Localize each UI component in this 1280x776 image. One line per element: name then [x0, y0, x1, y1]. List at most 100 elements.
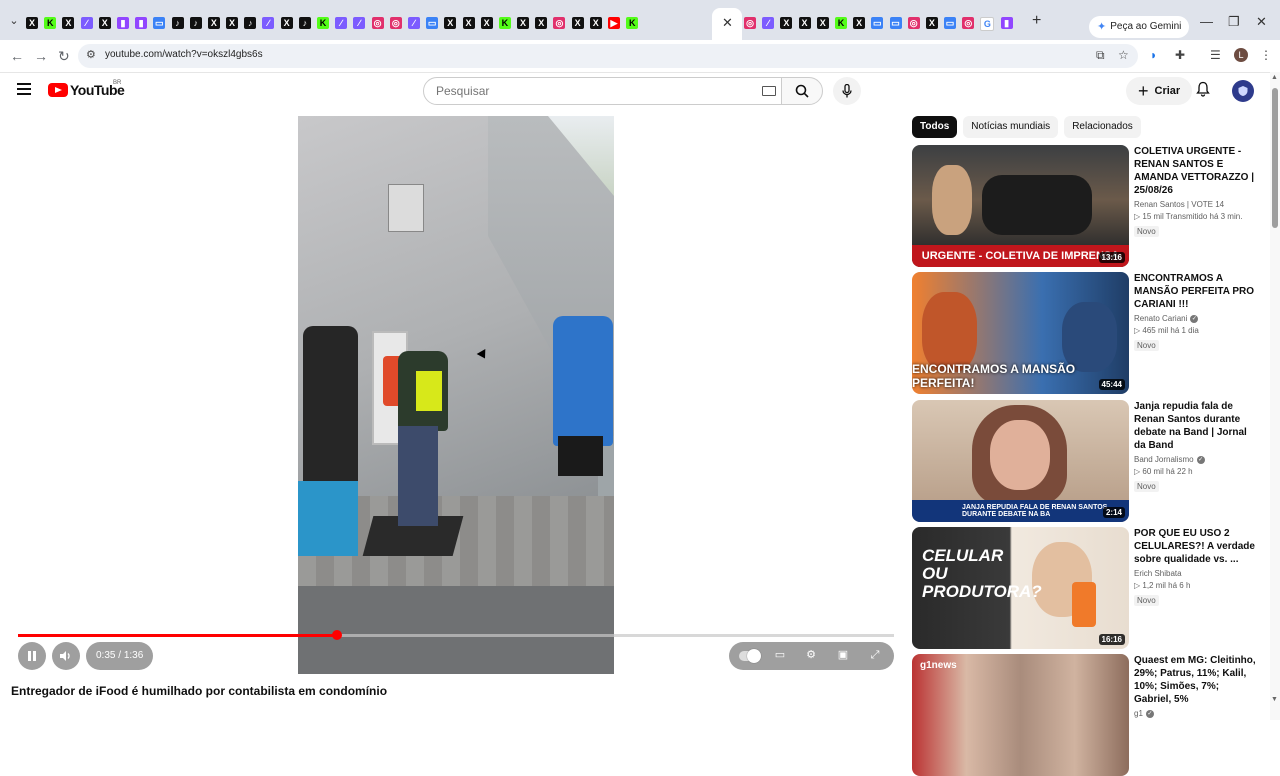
x-favicon-icon[interactable]: X	[925, 17, 938, 29]
rec-channel[interactable]: g1	[1134, 709, 1143, 718]
x-favicon-icon[interactable]: X	[280, 17, 293, 29]
autoplay-toggle[interactable]	[739, 649, 761, 663]
pause-button[interactable]	[18, 642, 46, 670]
media-controls-icon[interactable]: ☰	[1210, 48, 1221, 62]
app-favicon-icon[interactable]: ▭	[426, 17, 439, 29]
x-favicon-icon[interactable]: X	[98, 17, 111, 29]
new-tab-button[interactable]: +	[1032, 12, 1041, 30]
scroll-up-icon[interactable]: ▲	[1271, 74, 1278, 81]
x-favicon-icon[interactable]: X	[480, 17, 493, 29]
youtube-logo[interactable]: YouTube BR	[48, 80, 125, 98]
x-favicon-icon[interactable]: X	[462, 17, 475, 29]
twitch-favicon-icon[interactable]: ▮	[116, 17, 129, 29]
x-favicon-icon[interactable]: X	[517, 17, 530, 29]
search-input[interactable]	[434, 83, 738, 99]
rec-title[interactable]: Janja repudia fala de Renan Santos duran…	[1134, 400, 1258, 452]
x-favicon-icon[interactable]: X	[226, 17, 239, 29]
kick-favicon-icon[interactable]: K	[317, 17, 329, 29]
settings-gear-icon[interactable]: ⚙	[804, 649, 818, 661]
app-favicon-icon[interactable]: ▭	[153, 17, 166, 29]
feather-favicon-icon[interactable]: ∕	[353, 17, 366, 29]
instagram-favicon-icon[interactable]: ◎	[744, 17, 756, 29]
rec-channel[interactable]: Band Jornalismo	[1134, 455, 1194, 464]
recommended-video[interactable]: CELULAR OU PRODUTORA? 16:16 POR QUE EU U…	[912, 527, 1262, 649]
instagram-favicon-icon[interactable]: ◎	[553, 17, 566, 29]
url-text[interactable]: youtube.com/watch?v=okszl4gbs6s	[105, 49, 263, 60]
tiktok-favicon-icon[interactable]: ♪	[298, 17, 311, 29]
fullscreen-icon[interactable]: ⤢	[868, 649, 882, 661]
app-favicon-icon[interactable]: ▭	[944, 17, 957, 29]
theater-mode-icon[interactable]: ▣	[836, 649, 850, 661]
instagram-favicon-icon[interactable]: ◎	[389, 17, 402, 29]
x-favicon-icon[interactable]: X	[444, 17, 457, 29]
video-thumbnail[interactable]: g1news	[912, 654, 1129, 776]
search-button[interactable]	[781, 77, 823, 105]
app-favicon-icon[interactable]: ▭	[871, 17, 884, 29]
scroll-down-icon[interactable]: ▼	[1271, 696, 1278, 703]
search-box[interactable]	[423, 77, 782, 105]
volume-button[interactable]	[52, 642, 80, 670]
twitch-favicon-icon[interactable]: ▮	[135, 17, 148, 29]
address-bar[interactable]: ⚙ youtube.com/watch?v=okszl4gbs6s ⧉ ☆	[78, 44, 1138, 68]
bookmark-star-icon[interactable]: ☆	[1118, 48, 1129, 62]
recommended-video[interactable]: JANJA REPUDIA FALA DE RENAN SANTOS DURAN…	[912, 400, 1262, 522]
chip-relacionados[interactable]: Relacionados	[1064, 116, 1141, 138]
feather-favicon-icon[interactable]: ∕	[80, 17, 93, 29]
subtitles-icon[interactable]: ▭	[773, 649, 787, 661]
x-favicon-icon[interactable]: X	[535, 17, 548, 29]
x-favicon-icon[interactable]: X	[571, 17, 584, 29]
close-tab-icon[interactable]: ✕	[722, 15, 733, 31]
video-thumbnail[interactable]: CELULAR OU PRODUTORA? 16:16	[912, 527, 1129, 649]
progress-bar[interactable]	[18, 630, 894, 640]
youtube-favicon-icon[interactable]: ▶	[608, 17, 620, 29]
tiktok-favicon-icon[interactable]: ♪	[171, 17, 184, 29]
chip-todos[interactable]: Todos	[912, 116, 958, 138]
gemini-button[interactable]: ✦ Peça ao Gemini	[1089, 16, 1190, 38]
rec-title[interactable]: ENCONTRAMOS A MANSÃO PERFEITA PRO CARIAN…	[1134, 272, 1258, 311]
video-thumbnail[interactable]: ENCONTRAMOS A MANSÃO PERFEITA! 45:44	[912, 272, 1129, 394]
recommended-video[interactable]: g1news Quaest em MG: Cleitinho, 29%; Pat…	[912, 654, 1262, 776]
x-favicon-icon[interactable]: X	[798, 17, 811, 29]
twitch-favicon-icon[interactable]: ▮	[1000, 17, 1013, 29]
feather-favicon-icon[interactable]: ∕	[262, 17, 275, 29]
x-favicon-icon[interactable]: X	[853, 17, 866, 29]
scrollbar-thumb[interactable]	[1272, 88, 1278, 228]
rec-channel[interactable]: Renato Cariani	[1134, 314, 1187, 323]
extension-icon[interactable]: ◗	[1150, 48, 1157, 62]
x-favicon-icon[interactable]: X	[589, 17, 602, 29]
kick-favicon-icon[interactable]: K	[498, 17, 511, 29]
extensions-puzzle-icon[interactable]: ✚	[1175, 48, 1185, 62]
browser-menu-icon[interactable]: ⋮	[1260, 48, 1272, 62]
reload-icon[interactable]: ↻	[58, 48, 70, 65]
chip-noticias-mundiais[interactable]: Notícias mundiais	[963, 116, 1059, 138]
site-info-icon[interactable]: ⚙	[86, 48, 96, 61]
menu-icon[interactable]	[17, 83, 31, 98]
profile-avatar[interactable]: L	[1234, 48, 1248, 62]
tiktok-favicon-icon[interactable]: ♪	[189, 17, 202, 29]
video-frame[interactable]	[298, 116, 614, 674]
app-favicon-icon[interactable]: ▭	[889, 17, 902, 29]
x-favicon-icon[interactable]: X	[816, 17, 829, 29]
x-favicon-icon[interactable]: X	[780, 17, 793, 29]
create-button[interactable]: + Criar	[1126, 77, 1193, 105]
account-avatar[interactable]	[1232, 80, 1254, 102]
google-favicon-icon[interactable]: G	[980, 17, 995, 31]
video-thumbnail[interactable]: URGENTE - COLETIVA DE IMPRENSA 13:16	[912, 145, 1129, 267]
forward-icon[interactable]: →	[34, 48, 48, 64]
back-icon[interactable]: ←	[10, 48, 24, 64]
rec-title[interactable]: Quaest em MG: Cleitinho, 29%; Patrus, 11…	[1134, 654, 1258, 706]
kick-favicon-icon[interactable]: K	[834, 17, 847, 29]
rec-channel[interactable]: Erich Shibata	[1134, 569, 1182, 578]
voice-search-button[interactable]	[833, 77, 861, 105]
keyboard-icon[interactable]	[762, 86, 776, 96]
x-favicon-icon[interactable]: X	[26, 17, 38, 29]
feather-favicon-icon[interactable]: ∕	[407, 17, 420, 29]
kick-favicon-icon[interactable]: K	[626, 17, 639, 29]
x-favicon-icon[interactable]: X	[207, 17, 220, 29]
video-player[interactable]: 0:35 / 1:36 ▭ ⚙ ▣ ⤢	[0, 116, 912, 676]
kick-favicon-icon[interactable]: K	[44, 17, 57, 29]
feather-favicon-icon[interactable]: ∕	[762, 17, 775, 29]
video-thumbnail[interactable]: JANJA REPUDIA FALA DE RENAN SANTOS DURAN…	[912, 400, 1129, 522]
active-tab[interactable]: ✕	[712, 8, 742, 40]
rec-title[interactable]: POR QUE EU USO 2 CELULARES?! A verdade s…	[1134, 527, 1258, 566]
